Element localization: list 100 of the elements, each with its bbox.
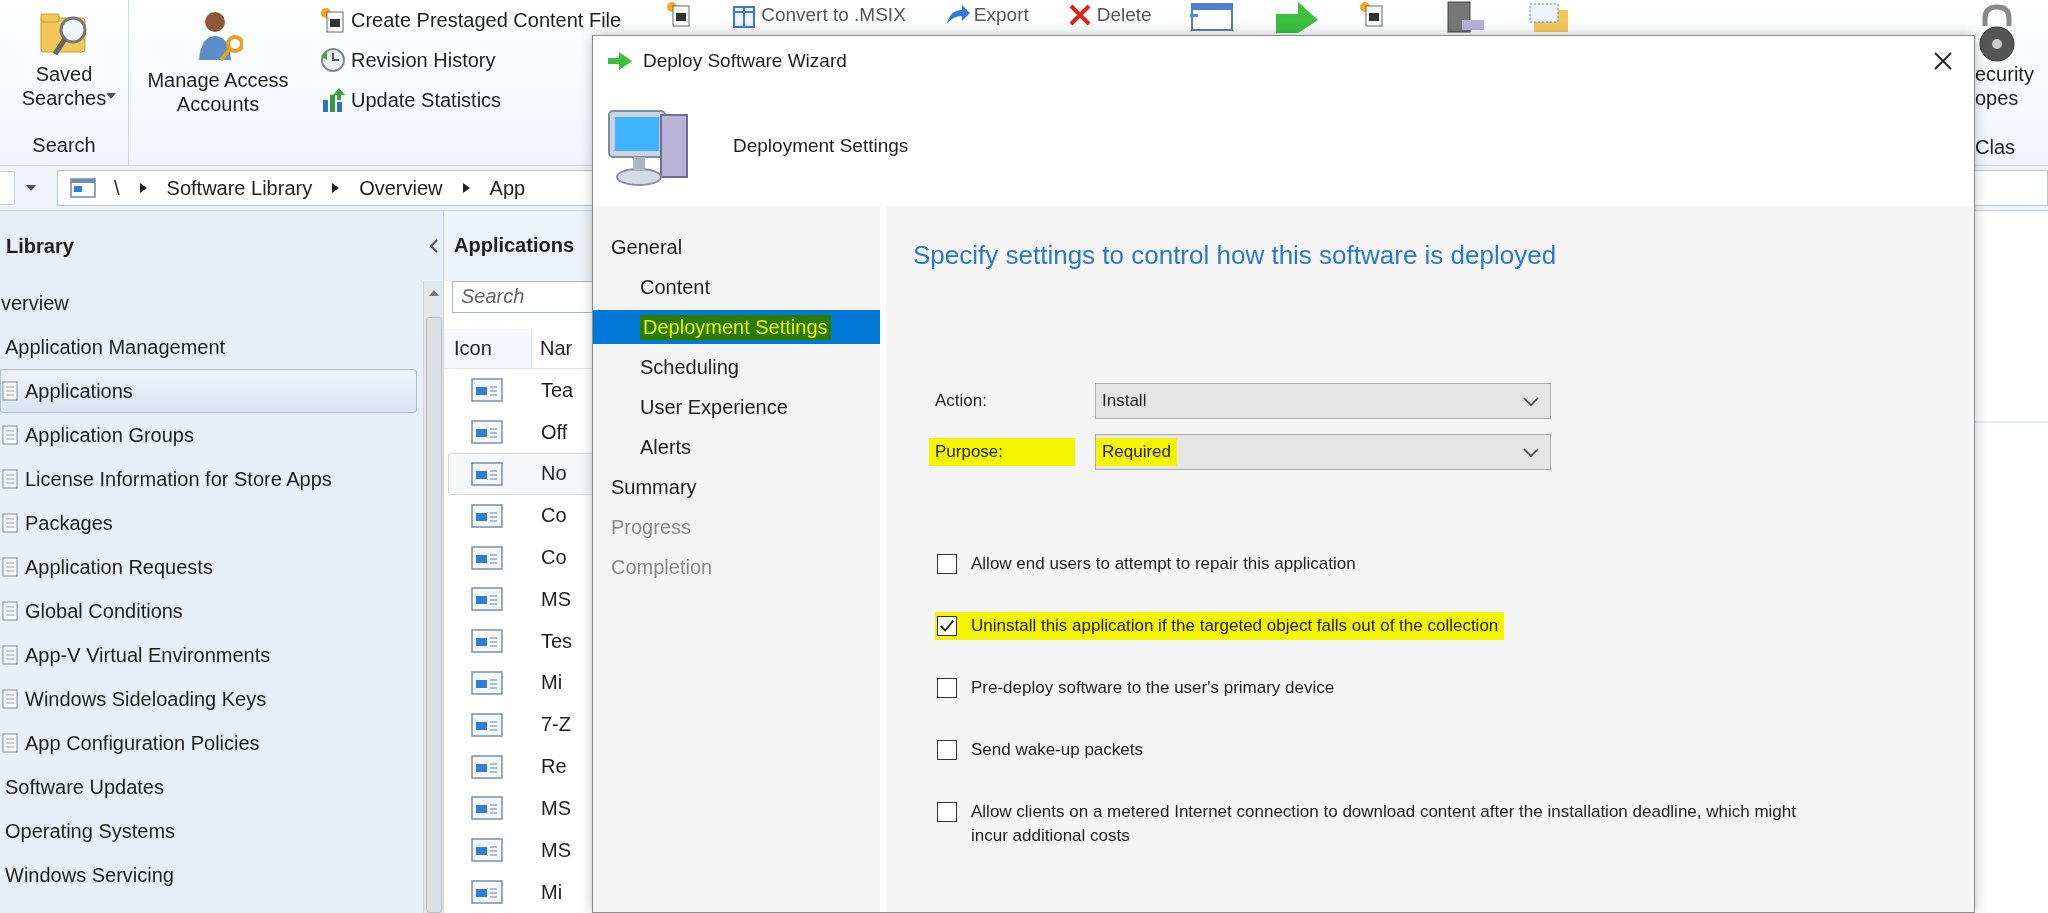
tree-item[interactable]: Packages (0, 501, 417, 545)
checkbox[interactable] (937, 678, 957, 698)
tree-item[interactable]: Global Conditions (0, 589, 417, 633)
breadcrumb-link[interactable]: App (489, 176, 526, 200)
list-row[interactable]: MS (448, 829, 593, 872)
application-icon (471, 670, 503, 695)
tree-item[interactable]: Windows Servicing (0, 853, 417, 897)
table-cell: Co (541, 504, 567, 528)
ribbon-button[interactable]: Export (943, 0, 1029, 30)
table-cell: 7-Z (541, 713, 571, 737)
pane-title: Library (6, 234, 74, 258)
document-icon (1, 644, 19, 666)
list-row[interactable]: Tes (448, 620, 593, 663)
checkbox-option[interactable]: Allow end users to attempt to repair this application (935, 550, 1362, 578)
tree-item[interactable]: Application Groups (0, 413, 417, 457)
checkbox-option[interactable]: Pre-deploy software to the user's primary device (935, 674, 1341, 702)
ribbon-button[interactable]: Convert to .MSIX (731, 0, 906, 30)
application-icon (471, 838, 503, 863)
tree-item[interactable]: Software Updates (0, 765, 417, 809)
page-title: Deployment Settings (733, 135, 909, 157)
tree-item[interactable]: Operating Systems (0, 809, 417, 853)
ribbon-button[interactable]: ecurity opes (1975, 0, 2034, 110)
wizard-step: Completion (593, 547, 880, 587)
wizard-step[interactable]: User Experience (593, 387, 880, 427)
tree-item[interactable]: App-V Virtual Environments (0, 633, 417, 677)
triangle-icon (460, 181, 472, 195)
checkbox[interactable] (937, 802, 957, 822)
table-cell: Mi (541, 671, 563, 695)
application-icon (471, 880, 503, 904)
wizard-step[interactable]: Content (593, 267, 880, 307)
checkbox-option[interactable]: Send wake-up packets (935, 736, 1149, 764)
application-icon (471, 712, 503, 737)
tree-item[interactable]: App Configuration Policies (0, 721, 417, 765)
table-cell: No (541, 462, 567, 486)
table-cell: MS (541, 796, 571, 820)
tree-item[interactable]: Applications (0, 369, 417, 413)
application-icon (471, 545, 503, 570)
list-row[interactable]: Co (448, 494, 593, 537)
arrow-icon (607, 51, 633, 71)
application-icon (471, 461, 503, 486)
group-label: Clas (1975, 136, 2015, 159)
tree-item[interactable]: License Information for Store Apps (0, 457, 417, 501)
breadcrumb-link[interactable]: Overview (359, 176, 443, 200)
wizard-step[interactable]: Alerts (593, 427, 880, 467)
list-row[interactable]: No (448, 453, 593, 495)
wizard-step[interactable]: Scheduling (593, 347, 880, 387)
checkbox[interactable] (937, 554, 957, 574)
table-cell: MS (541, 838, 571, 862)
column-header[interactable]: Icon (444, 328, 532, 369)
dropdown[interactable]: Required (1095, 434, 1551, 470)
tree-item[interactable]: verview (0, 281, 417, 325)
arrow-icon[interactable] (1273, 0, 1320, 33)
list-row[interactable]: Tea (448, 369, 593, 412)
column-header[interactable]: Nar (532, 328, 573, 369)
document-icon (1, 732, 19, 754)
document-icon (1, 424, 19, 446)
table-cell: Co (541, 546, 567, 569)
window-icon (70, 177, 96, 199)
list-row[interactable]: Mi (448, 871, 593, 913)
wizard-step[interactable]: General (593, 227, 880, 267)
pane-title: Applications (444, 211, 593, 281)
breadcrumb-link[interactable]: \ (114, 176, 120, 200)
caret-icon[interactable] (25, 184, 37, 192)
ribbon-button[interactable]: Update Statistics (319, 82, 622, 118)
scrollbar-thumb[interactable] (425, 317, 442, 913)
list-row[interactable]: Mi (448, 662, 593, 704)
document-icon (1, 512, 19, 534)
close-icon (1933, 51, 1953, 71)
dropdown[interactable]: Install (1095, 383, 1551, 419)
ribbon-button[interactable]: Revision History (319, 42, 622, 78)
wizard-step[interactable]: Summary (593, 467, 880, 507)
checkbox[interactable] (937, 616, 957, 636)
list-row[interactable]: Co (448, 536, 593, 579)
tree-item[interactable]: Application Requests (0, 545, 417, 589)
list-row[interactable]: Re (448, 745, 593, 788)
wizard-step[interactable]: Deployment Settings (593, 310, 880, 344)
application-icon (471, 629, 503, 654)
checkbox-option[interactable]: Allow clients on a metered Internet connection to download content after the installation deadline, which might incur additional costs (935, 798, 1837, 850)
window-icon[interactable] (1189, 0, 1236, 33)
list-row[interactable]: Off (448, 411, 593, 453)
saved-searches-button[interactable]: Saved Searches (5, 0, 123, 110)
application-icon (471, 796, 503, 821)
manage-access-accounts-button[interactable]: Manage Access Accounts (133, 2, 303, 116)
list-row[interactable]: MS (448, 787, 593, 830)
checkbox-option[interactable]: Uninstall this application if the targeted object falls out of the collection (935, 612, 1505, 640)
table-cell: Tea (541, 378, 574, 402)
application-icon (471, 378, 503, 403)
tree-item[interactable]: Windows Sideloading Keys (0, 677, 417, 721)
tree-item[interactable]: Application Management (0, 325, 417, 369)
list-row[interactable]: 7-Z (448, 703, 593, 746)
checkbox[interactable] (937, 740, 957, 760)
wizard-step: Progress (593, 507, 880, 547)
chevron-left-icon[interactable] (427, 238, 441, 254)
ribbon-button[interactable]: Delete (1066, 0, 1152, 30)
breadcrumb-link[interactable]: Software Library (166, 176, 313, 200)
list-row[interactable]: MS (448, 578, 593, 621)
scrollbar[interactable] (423, 281, 443, 913)
search-field[interactable]: Search (452, 280, 593, 313)
section-heading: Specify settings to control how this software is deployed (913, 240, 1558, 271)
document-icon (1, 600, 19, 622)
